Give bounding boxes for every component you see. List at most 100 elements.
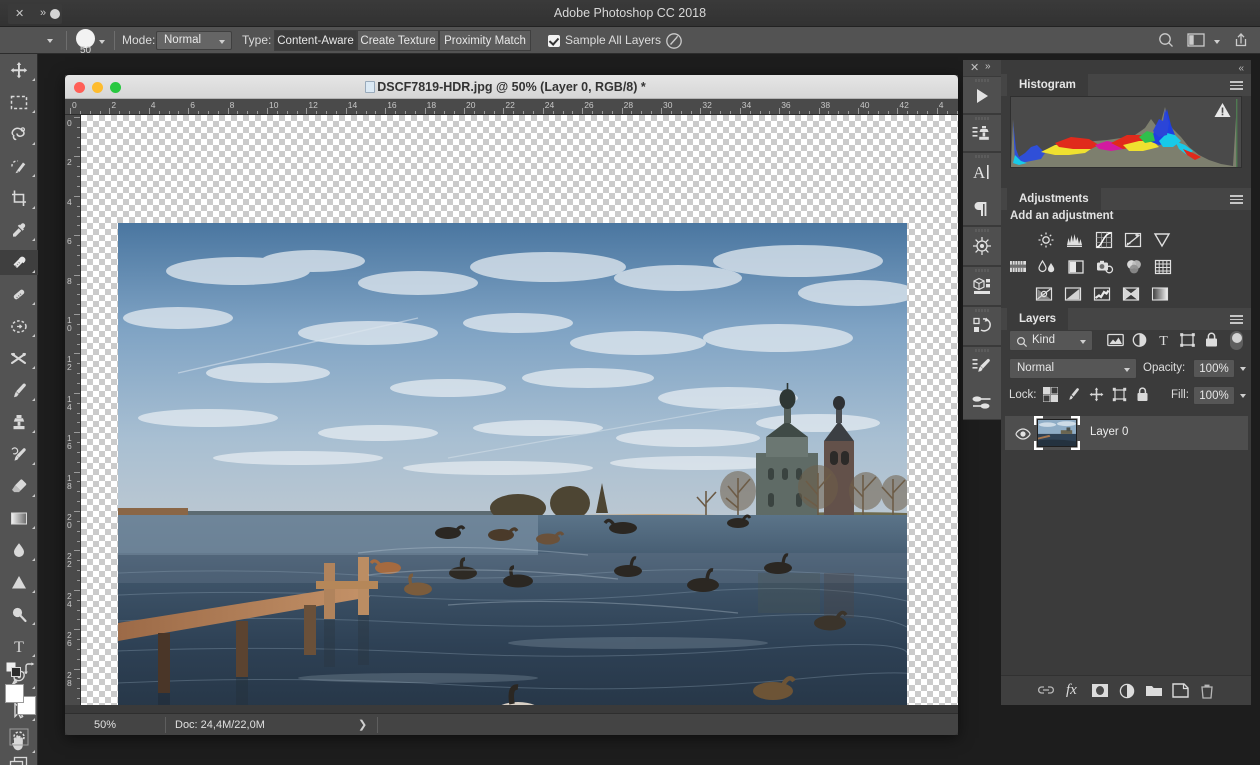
swap-colors-icon[interactable]	[24, 662, 37, 681]
tab-character[interactable]: A	[963, 153, 1001, 191]
canvas-image[interactable]	[118, 223, 907, 705]
hue-saturation-icon[interactable]	[1009, 258, 1029, 276]
tab-navigator[interactable]	[963, 227, 1001, 265]
type-content-aware-button[interactable]: Content-Aware	[274, 30, 357, 51]
sidebar-item-move-tool[interactable]	[0, 58, 38, 83]
posterize-icon[interactable]	[1064, 285, 1084, 303]
add-layer-mask-icon[interactable]	[1091, 683, 1109, 703]
sidebar-item-history-brush-tool[interactable]	[0, 442, 38, 467]
opacity-value[interactable]: 100%	[1193, 359, 1235, 378]
vertical-ruler[interactable]: 024681 01 21 41 61 82 02 22 42 62 83	[65, 115, 81, 705]
zoom-level[interactable]: 50%	[75, 714, 135, 736]
layer-style-fx-icon[interactable]: fx	[1064, 680, 1084, 703]
workspace-icon[interactable]	[1186, 31, 1206, 54]
sidebar-item-eraser-tool[interactable]	[0, 474, 38, 499]
sidebar-item-quick-selection-tool[interactable]	[0, 154, 38, 179]
sidebar-item-lasso-tool[interactable]	[0, 122, 38, 147]
chevron-right-icon[interactable]: ❯	[358, 714, 367, 736]
share-icon[interactable]	[1232, 31, 1250, 54]
filter-adjustment-icon[interactable]	[1131, 332, 1148, 353]
exposure-icon[interactable]	[1124, 231, 1144, 249]
cached-data-warning-icon[interactable]	[1214, 102, 1231, 123]
eye-icon[interactable]	[1015, 427, 1031, 445]
screen-mode-button[interactable]	[0, 754, 38, 765]
chevron-down-icon[interactable]	[99, 40, 105, 44]
sidebar-item-type-tool[interactable]: T	[0, 634, 38, 659]
brightness-contrast-icon[interactable]	[1037, 231, 1057, 249]
sidebar-item-spot-healing-brush-tool[interactable]	[0, 250, 38, 275]
tab-history[interactable]	[963, 307, 1001, 345]
tab-adjustments[interactable]: Adjustments	[1007, 188, 1101, 210]
filter-shape-icon[interactable]	[1179, 332, 1196, 353]
tab-brush-settings[interactable]	[963, 347, 1001, 385]
sidebar-item-patch-tool[interactable]	[0, 282, 38, 307]
lock-image-pixels-icon[interactable]	[1066, 387, 1081, 407]
chevron-down-icon[interactable]	[47, 39, 53, 43]
default-colors-icon[interactable]	[6, 662, 22, 683]
layer-thumbnail[interactable]	[1037, 419, 1077, 447]
document-title-bar[interactable]: DSCF7819-HDR.jpg @ 50% (Layer 0, RGB/8) …	[65, 75, 958, 99]
chevron-double-right-icon[interactable]: »	[985, 61, 991, 72]
sidebar-item-crop-tool[interactable]	[0, 186, 38, 211]
color-lookup-icon[interactable]	[1154, 258, 1174, 276]
chevron-down-icon[interactable]	[1240, 367, 1246, 371]
tab-histogram[interactable]: Histogram	[1007, 74, 1088, 96]
lock-position-icon[interactable]	[1089, 387, 1104, 407]
sidebar-item-dodge-tool[interactable]	[0, 570, 38, 595]
blend-mode-dropdown[interactable]: Normal	[156, 31, 232, 50]
sidebar-item-clone-stamp-tool[interactable]	[0, 410, 38, 435]
tab-layers[interactable]: Layers	[1007, 308, 1069, 330]
sidebar-item-magnifier-dodge-tool[interactable]	[0, 602, 38, 627]
canvas-area[interactable]	[81, 115, 958, 705]
chevron-down-icon[interactable]	[1214, 40, 1220, 44]
chevron-down-icon[interactable]	[1240, 394, 1246, 398]
lock-all-icon[interactable]	[1135, 387, 1150, 407]
levels-icon[interactable]	[1066, 231, 1086, 249]
layer-list[interactable]: Layer 0	[1001, 416, 1251, 671]
channel-mixer-icon[interactable]	[1125, 258, 1145, 276]
sidebar-item-eyedropper-tool[interactable]	[0, 218, 38, 243]
delete-layer-icon[interactable]	[1199, 683, 1215, 704]
tab-actions[interactable]	[963, 77, 1001, 113]
filter-pixel-icon[interactable]	[1107, 332, 1124, 353]
close-icon[interactable]: ✕	[970, 61, 979, 74]
pressure-for-size-icon[interactable]	[665, 32, 683, 55]
sidebar-item-marquee-tool[interactable]	[0, 90, 38, 115]
new-group-icon[interactable]	[1145, 683, 1163, 703]
sidebar-item-brush-tool[interactable]	[0, 378, 38, 403]
tool-preset-picker[interactable]	[38, 30, 64, 51]
lock-artboard-icon[interactable]	[1112, 387, 1127, 407]
histogram-graph[interactable]	[1010, 96, 1242, 168]
fill-value[interactable]: 100%	[1193, 386, 1235, 405]
tab-3d[interactable]	[963, 267, 1001, 305]
new-layer-icon[interactable]	[1172, 683, 1189, 703]
sidebar-item-content-aware-move-tool[interactable]	[0, 314, 38, 339]
tab-brush-presets[interactable]	[963, 385, 1001, 419]
document-size-status[interactable]: Doc: 24,4M/22,0M	[175, 714, 265, 736]
horizontal-ruler[interactable]: 0 2 4 6 8 10 12 14 16 18 20 22 24 26 28 30 32 34 36 38 40 42 4	[65, 99, 958, 115]
sidebar-item-blur-tool[interactable]	[0, 538, 38, 563]
filter-type-icon[interactable]: T	[1155, 332, 1172, 353]
chevron-double-left-icon[interactable]: «	[1238, 63, 1244, 74]
gradient-map-icon[interactable]	[1151, 285, 1171, 303]
threshold-icon[interactable]	[1093, 285, 1113, 303]
quick-mask-toggle[interactable]	[0, 726, 38, 750]
photo-filter-icon[interactable]	[1096, 258, 1116, 276]
lock-transparent-pixels-icon[interactable]	[1042, 386, 1059, 407]
sidebar-item-red-eye-tool[interactable]	[0, 346, 38, 371]
panel-menu-icon[interactable]	[1230, 195, 1243, 204]
panel-menu-icon[interactable]	[1230, 81, 1243, 90]
link-layers-icon[interactable]	[1037, 683, 1055, 702]
invert-icon[interactable]	[1035, 285, 1055, 303]
foreground-color-swatch[interactable]	[5, 684, 24, 703]
color-balance-icon[interactable]	[1038, 258, 1058, 276]
filter-enable-toggle[interactable]	[1230, 331, 1243, 350]
curves-icon[interactable]	[1095, 231, 1115, 249]
layer-filter-kind-dropdown[interactable]: Kind	[1009, 330, 1093, 351]
vibrance-icon[interactable]	[1153, 231, 1173, 249]
panel-menu-icon[interactable]	[1230, 315, 1243, 324]
tab-paragraph[interactable]	[963, 191, 1001, 225]
foreground-background-colors[interactable]	[0, 684, 38, 720]
filter-smart-object-icon[interactable]	[1203, 332, 1220, 353]
table-row[interactable]: Layer 0	[1005, 416, 1248, 450]
